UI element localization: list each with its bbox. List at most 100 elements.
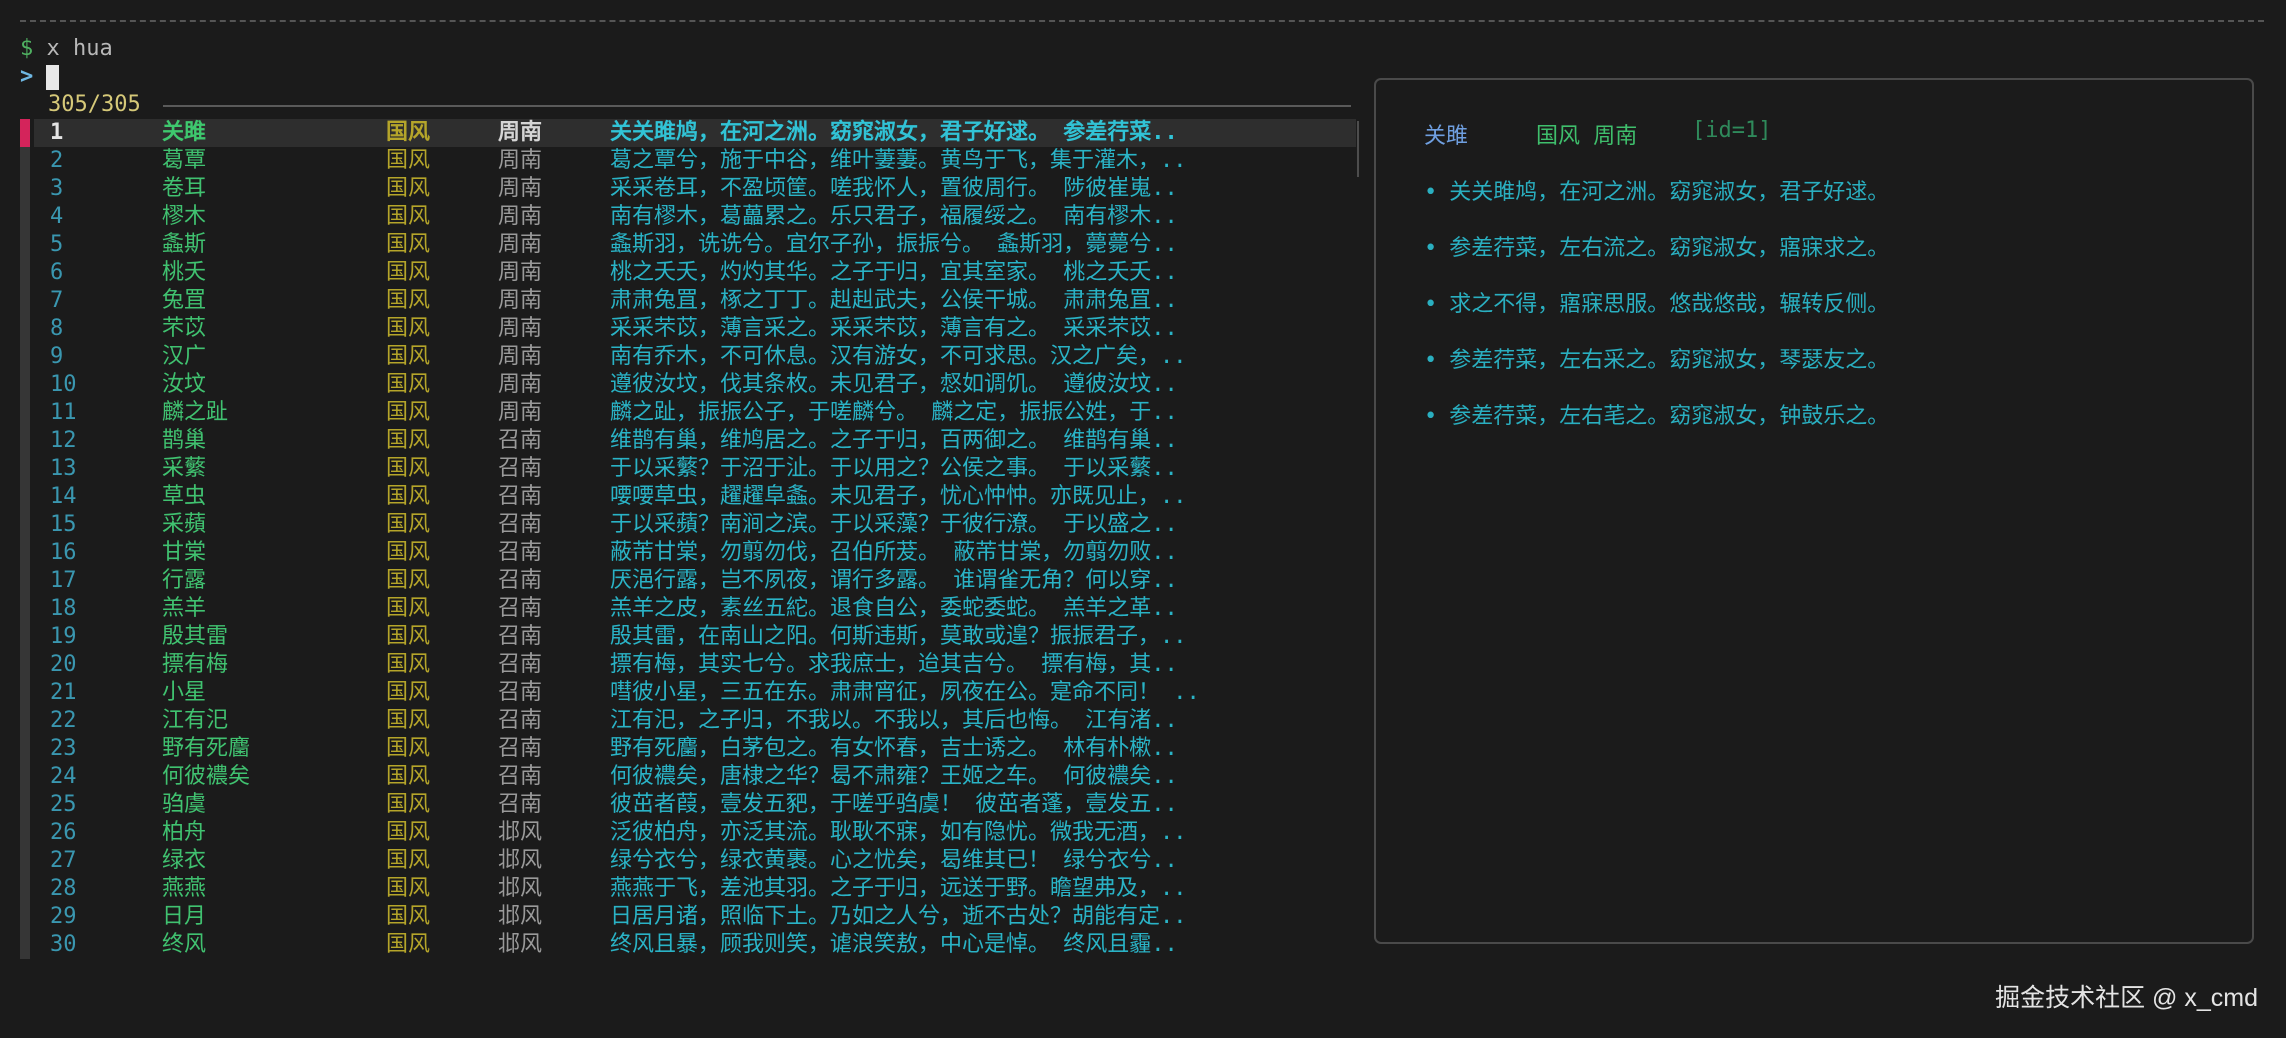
poem-category: 国风 bbox=[386, 764, 431, 789]
poem-excerpt: 燕燕于飞，差池其羽。之子于归，远送于野。瞻望弗及，.. bbox=[610, 876, 1187, 901]
preview-panel: 关雎 国风 周南 [id=1] • 关关雎鸠，在河之洲。窈窕淑女，君子好逑。 • 参差… bbox=[1374, 78, 2254, 944]
list-item[interactable]: 6 桃夭 国风 周南 桃之夭夭，灼灼其华。之子于归，宜其室家。 桃之夭夭.. bbox=[20, 259, 1350, 287]
poem-category: 国风 bbox=[386, 176, 431, 201]
poem-excerpt: 遵彼汝坟，伐其条枚。未见君子，惄如调饥。 遵彼汝坟.. bbox=[610, 372, 1178, 397]
list-scrollbar[interactable] bbox=[1357, 121, 1359, 177]
list-item[interactable]: 26 柏舟 国风 邶风 泛彼柏舟，亦泛其流。耿耿不寐，如有隐忧。微我无酒，.. bbox=[20, 819, 1350, 847]
list-item[interactable]: 10 汝坟 国风 周南 遵彼汝坟，伐其条枚。未见君子，惄如调饥。 遵彼汝坟.. bbox=[20, 371, 1350, 399]
poem-section: 周南 bbox=[498, 260, 543, 285]
poem-category: 国风 bbox=[386, 932, 431, 957]
preview-id: [id=1] bbox=[1692, 118, 1772, 143]
list-item[interactable]: 28 燕燕 国风 邶风 燕燕于飞，差池其羽。之子于归，远送于野。瞻望弗及，.. bbox=[20, 875, 1350, 903]
shell-prompt: $ x hua bbox=[20, 35, 113, 63]
poem-category: 国风 bbox=[386, 316, 431, 341]
row-gutter bbox=[20, 231, 30, 259]
list-item[interactable]: 11 麟之趾 国风 周南 麟之趾，振振公子，于嗟麟兮。 麟之定，振振公姓，于.. bbox=[20, 399, 1350, 427]
row-number: 28 bbox=[50, 876, 77, 901]
poem-section: 召南 bbox=[498, 428, 543, 453]
list-item[interactable]: 5 螽斯 国风 周南 螽斯羽，诜诜兮。宜尔子孙，振振兮。 螽斯羽，薨薨兮.. bbox=[20, 231, 1350, 259]
poem-title: 螽斯 bbox=[162, 232, 207, 257]
preview-title: 关雎 bbox=[1424, 124, 1469, 149]
row-gutter bbox=[20, 175, 30, 203]
poem-section: 召南 bbox=[498, 624, 543, 649]
filter-input-line[interactable]: > bbox=[20, 63, 60, 91]
poem-section: 召南 bbox=[498, 484, 543, 509]
poem-title: 汝坟 bbox=[162, 372, 207, 397]
row-number: 8 bbox=[50, 316, 64, 341]
list-item[interactable]: 24 何彼襛矣 国风 召南 何彼襛矣，唐棣之华？曷不肃雍？王姬之车。 何彼襛矣.. bbox=[20, 763, 1350, 791]
list-item[interactable]: 19 殷其雷 国风 召南 殷其雷，在南山之阳。何斯违斯，莫敢或遑？振振君子，.. bbox=[20, 623, 1350, 651]
list-item[interactable]: 23 野有死麕 国风 召南 野有死麕，白茅包之。有女怀春，吉士诱之。 林有朴樕.. bbox=[20, 735, 1350, 763]
poem-category: 国风 bbox=[386, 120, 431, 145]
poem-category: 国风 bbox=[386, 372, 431, 397]
bullet-icon: • bbox=[1424, 404, 1438, 429]
poem-excerpt: 日居月诸，照临下土。乃如之人兮，逝不古处？胡能有定.. bbox=[610, 904, 1187, 929]
poem-section: 邶风 bbox=[498, 932, 543, 957]
poem-category: 国风 bbox=[386, 820, 431, 845]
list-item[interactable]: 17 行露 国风 召南 厌浥行露，岂不夙夜，谓行多露。 谁谓雀无角？何以穿.. bbox=[20, 567, 1350, 595]
list-item[interactable]: 14 草虫 国风 召南 喓喓草虫，趯趯阜螽。未见君子，忧心忡忡。亦既见止，.. bbox=[20, 483, 1350, 511]
row-number: 1 bbox=[50, 120, 64, 145]
preview-line: • 求之不得，寤寐思服。悠哉悠哉，辗转反侧。 bbox=[1424, 286, 1889, 318]
list-item[interactable]: 8 芣苡 国风 周南 采采芣苡，薄言采之。采采芣苡，薄言有之。 采采芣苡.. bbox=[20, 315, 1350, 343]
poem-title: 殷其雷 bbox=[162, 624, 229, 649]
shell-command: x hua bbox=[46, 36, 113, 61]
list-item[interactable]: 15 采蘋 国风 召南 于以采蘋？南涧之滨。于以采藻？于彼行潦。 于以盛之.. bbox=[20, 511, 1350, 539]
bullet-icon: • bbox=[1424, 348, 1438, 373]
poem-category: 国风 bbox=[386, 512, 431, 537]
list-item[interactable]: 7 兔罝 国风 周南 肃肃兔罝，椓之丁丁。赳赳武夫，公侯干城。 肃肃兔罝.. bbox=[20, 287, 1350, 315]
list-item[interactable]: 2 葛覃 国风 周南 葛之覃兮，施于中谷，维叶萋萋。黄鸟于飞，集于灌木，.. bbox=[20, 147, 1350, 175]
poem-section: 周南 bbox=[498, 120, 543, 145]
list-item[interactable]: 29 日月 国风 邶风 日居月诸，照临下土。乃如之人兮，逝不古处？胡能有定.. bbox=[20, 903, 1350, 931]
poem-title: 采蘩 bbox=[162, 456, 207, 481]
poem-section: 召南 bbox=[498, 540, 543, 565]
poem-category: 国风 bbox=[386, 568, 431, 593]
list-item[interactable]: 1 关雎 国风 周南 关关雎鸠，在河之洲。窈窕淑女，君子好逑。 参差荇菜.. bbox=[20, 119, 1356, 147]
poem-excerpt: 关关雎鸠，在河之洲。窈窕淑女，君子好逑。 参差荇菜.. bbox=[610, 120, 1178, 145]
row-gutter bbox=[20, 147, 30, 175]
poem-category: 国风 bbox=[386, 456, 431, 481]
list-item[interactable]: 25 驺虞 国风 召南 彼茁者葭，壹发五豝，于嗟乎驺虞！ 彼茁者蓬，壹发五.. bbox=[20, 791, 1350, 819]
poem-section: 周南 bbox=[498, 176, 543, 201]
list-item[interactable]: 12 鹊巢 国风 召南 维鹊有巢，维鸠居之。之子于归，百两御之。 维鹊有巢.. bbox=[20, 427, 1350, 455]
poem-category: 国风 bbox=[386, 484, 431, 509]
list-item[interactable]: 9 汉广 国风 周南 南有乔木，不可休息。汉有游女，不可求思。汉之广矣，.. bbox=[20, 343, 1350, 371]
list-item[interactable]: 16 甘棠 国风 召南 蔽芾甘棠，勿翦勿伐，召伯所茇。 蔽芾甘棠，勿翦勿败.. bbox=[20, 539, 1350, 567]
poem-category: 国风 bbox=[386, 848, 431, 873]
poem-category: 国风 bbox=[386, 708, 431, 733]
poem-title: 鹊巢 bbox=[162, 428, 207, 453]
poem-section: 周南 bbox=[498, 344, 543, 369]
row-number: 6 bbox=[50, 260, 64, 285]
row-number: 22 bbox=[50, 708, 77, 733]
row-number: 15 bbox=[50, 512, 77, 537]
poem-title: 卷耳 bbox=[162, 176, 207, 201]
list-item[interactable]: 4 樛木 国风 周南 南有樛木，葛藟累之。乐只君子，福履绥之。 南有樛木.. bbox=[20, 203, 1350, 231]
poem-excerpt: 泛彼柏舟，亦泛其流。耿耿不寐，如有隐忧。微我无酒，.. bbox=[610, 820, 1187, 845]
preview-line-text: 求之不得，寤寐思服。悠哉悠哉，辗转反侧。 bbox=[1449, 292, 1890, 317]
list-item[interactable]: 18 羔羊 国风 召南 羔羊之皮，素丝五紽。退食自公，委蛇委蛇。 羔羊之革.. bbox=[20, 595, 1350, 623]
row-number: 20 bbox=[50, 652, 77, 677]
text-cursor[interactable] bbox=[46, 64, 60, 90]
prompt-symbol: $ bbox=[20, 36, 34, 61]
row-gutter bbox=[20, 707, 30, 735]
list-item[interactable]: 30 终风 国风 邶风 终风且暴，顾我则笑，谑浪笑敖，中心是悼。 终风且霾.. bbox=[20, 931, 1350, 959]
list-item[interactable]: 13 采蘩 国风 召南 于以采蘩？于沼于沚。于以用之？公侯之事。 于以采蘩.. bbox=[20, 455, 1350, 483]
list-item[interactable]: 20 摽有梅 国风 召南 摽有梅，其实七兮。求我庶士，迨其吉兮。 摽有梅，其.. bbox=[20, 651, 1350, 679]
count-separator bbox=[163, 105, 1351, 107]
row-number: 4 bbox=[50, 204, 64, 229]
preview-line-text: 参差荇菜，左右流之。窈窕淑女，寤寐求之。 bbox=[1449, 236, 1890, 261]
poem-excerpt: 南有樛木，葛藟累之。乐只君子，福履绥之。 南有樛木.. bbox=[610, 204, 1178, 229]
list-item[interactable]: 27 绿衣 国风 邶风 绿兮衣兮，绿衣黄裹。心之忧矣，曷维其已！ 绿兮衣兮.. bbox=[20, 847, 1350, 875]
poem-category: 国风 bbox=[386, 596, 431, 621]
row-gutter bbox=[20, 679, 30, 707]
row-number: 23 bbox=[50, 736, 77, 761]
poem-section: 召南 bbox=[498, 512, 543, 537]
result-list[interactable]: 1 关雎 国风 周南 关关雎鸠，在河之洲。窈窕淑女，君子好逑。 参差荇菜.. 2 葛覃 国风周… bbox=[20, 119, 1356, 959]
poem-category: 国风 bbox=[386, 288, 431, 313]
list-item[interactable]: 3 卷耳 国风 周南 采采卷耳，不盈顷筐。嗟我怀人，置彼周行。 陟彼崔嵬.. bbox=[20, 175, 1350, 203]
poem-category: 国风 bbox=[386, 540, 431, 565]
list-item[interactable]: 21 小星 国风 召南 嘒彼小星，三五在东。肃肃宵征，夙夜在公。寔命不同！ .. bbox=[20, 679, 1350, 707]
list-item[interactable]: 22 江有汜 国风 召南 江有汜，之子归，不我以。不我以，其后也悔。 江有渚.. bbox=[20, 707, 1350, 735]
row-number: 26 bbox=[50, 820, 77, 845]
bullet-icon: • bbox=[1424, 292, 1438, 317]
